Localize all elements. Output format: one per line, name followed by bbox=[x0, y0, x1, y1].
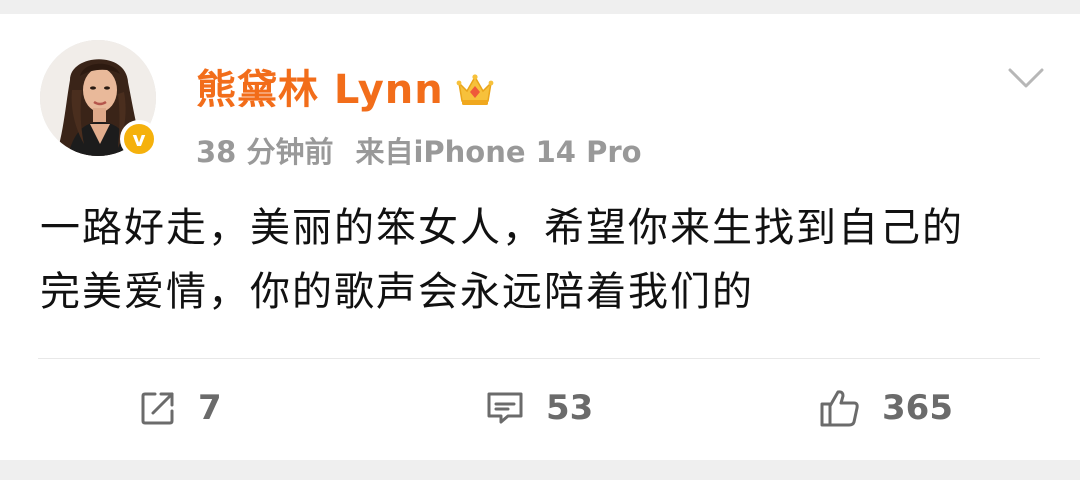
post-time: 38 分钟前 bbox=[196, 135, 334, 169]
verified-symbol: v bbox=[132, 127, 146, 151]
top-separator bbox=[0, 0, 1080, 14]
like-count: 365 bbox=[882, 388, 953, 428]
thumbs-up-icon bbox=[820, 390, 859, 427]
comment-button[interactable]: 53 bbox=[484, 380, 593, 436]
post-text: 一路好走，美丽的笨女人，希望你来生找到自己的 完美爱情，你的歌声会永远陪着我们的 bbox=[40, 196, 1040, 324]
verified-badge: v bbox=[120, 120, 158, 158]
post-text-line-2: 完美爱情，你的歌声会永远陪着我们的 bbox=[40, 269, 754, 315]
post-meta: 38 分钟前 来自iPhone 14 Pro bbox=[196, 128, 642, 172]
username[interactable]: 熊黛林 Lynn bbox=[196, 62, 444, 118]
avatar[interactable]: v bbox=[40, 40, 158, 158]
post-source: 来自iPhone 14 Pro bbox=[355, 135, 642, 169]
crown-icon[interactable] bbox=[454, 69, 496, 111]
like-button[interactable]: 365 bbox=[818, 380, 953, 436]
repost-button[interactable]: 7 bbox=[138, 380, 222, 436]
chevron-down-icon[interactable] bbox=[1006, 64, 1046, 92]
username-row: 熊黛林 Lynn bbox=[196, 62, 496, 118]
repost-count: 7 bbox=[198, 388, 222, 428]
comment-count: 53 bbox=[546, 388, 594, 428]
repost-icon bbox=[141, 392, 174, 425]
comment-icon bbox=[487, 392, 523, 424]
post-text-line-1: 一路好走，美丽的笨女人，希望你来生找到自己的 bbox=[40, 205, 964, 251]
divider bbox=[38, 358, 1040, 359]
bottom-separator bbox=[0, 460, 1080, 480]
